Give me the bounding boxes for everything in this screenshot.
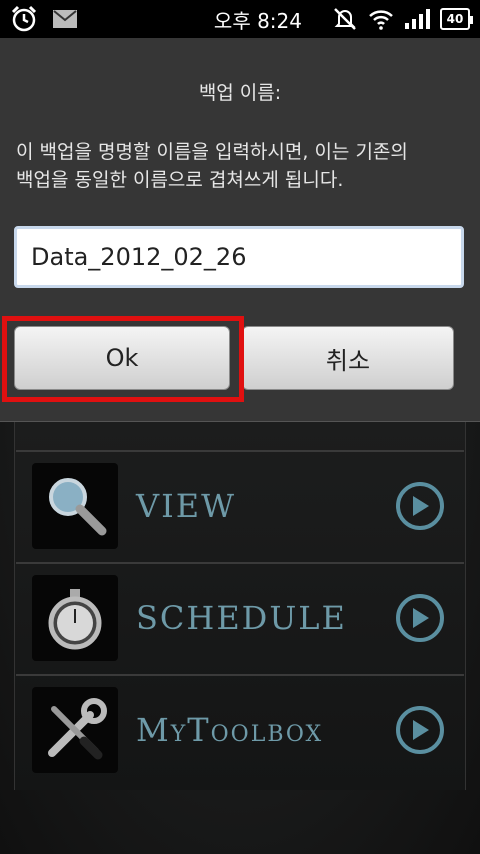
wifi-icon <box>368 8 394 30</box>
alarm-icon <box>10 5 38 33</box>
mail-icon <box>52 9 78 29</box>
menu-item-view[interactable]: VIEW <box>16 450 464 560</box>
ok-button[interactable]: Ok <box>14 326 230 390</box>
play-arrow-icon <box>396 706 444 754</box>
menu-item-label: MyToolbox <box>136 711 324 749</box>
menu-item-schedule[interactable]: SCHEDULE <box>16 562 464 672</box>
tools-icon <box>32 687 118 773</box>
dialog-title: 백업 이름: <box>198 82 282 104</box>
backup-name-dialog: 백업 이름: 이 백업을 명명할 이름을 입력하시면, 이는 기존의 백업을 동… <box>0 38 480 422</box>
status-time: 오후 8:24 <box>213 8 302 33</box>
battery-icon: 40 <box>440 8 473 30</box>
mute-icon <box>332 6 358 32</box>
magnifier-icon <box>32 463 118 549</box>
play-arrow-icon <box>396 482 444 530</box>
cancel-button[interactable]: 취소 <box>242 326 454 390</box>
dialog-message: 이 백업을 명명할 이름을 입력하시면, 이는 기존의 백업을 동일한 이름으로… <box>16 141 408 191</box>
menu-item-label: SCHEDULE <box>136 599 347 637</box>
menu-item-label: VIEW <box>136 487 236 525</box>
status-bar: 오후 8:24 40 <box>0 0 480 38</box>
backup-name-input[interactable] <box>14 226 464 288</box>
menu-item-mytoolbox[interactable]: MyToolbox <box>16 674 464 784</box>
signal-icon <box>404 8 430 30</box>
play-arrow-icon <box>396 594 444 642</box>
stopwatch-icon <box>32 575 118 661</box>
